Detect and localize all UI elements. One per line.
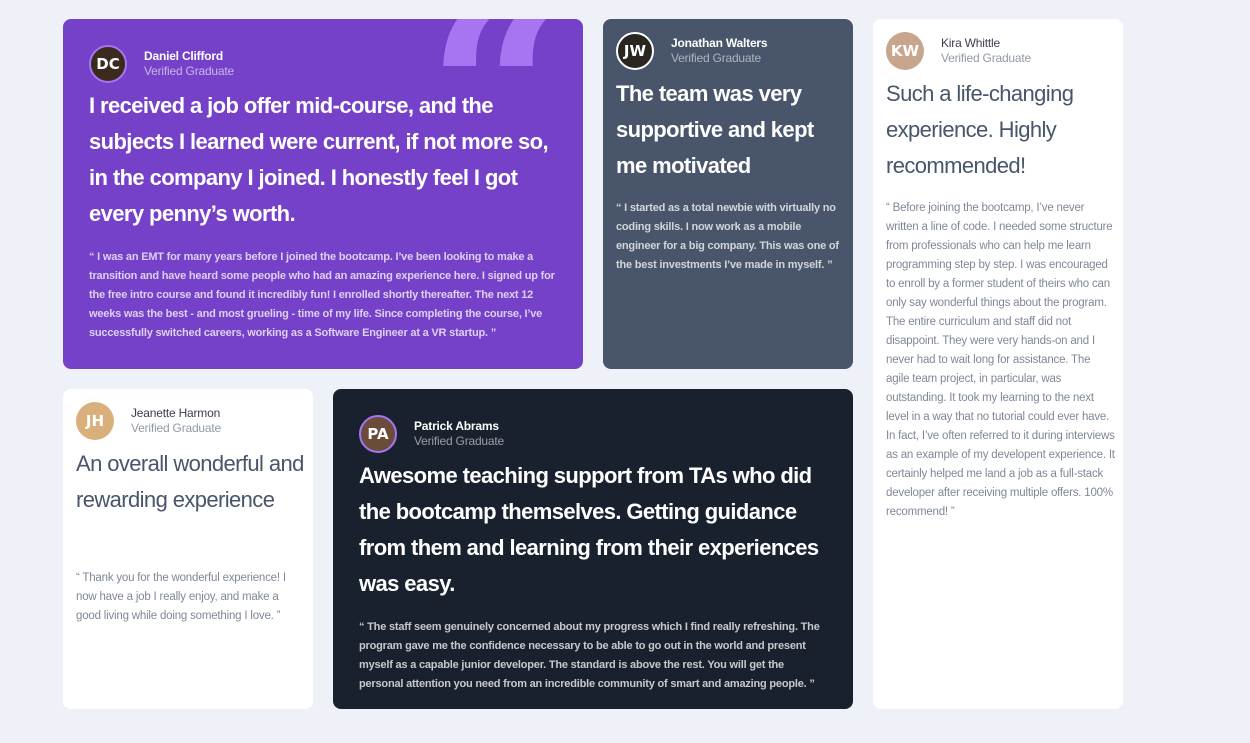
author-info: PA Patrick Abrams Verified Graduate <box>359 415 504 453</box>
avatar: JH <box>76 402 114 440</box>
testimonial-headline: The team was very supportive and kept me… <box>616 81 814 178</box>
testimonial-quote: “ The staff seem genuinely concerned abo… <box>359 621 820 690</box>
testimonial-card-jonathan: JW Jonathan Walters Verified Graduate Th… <box>603 19 853 369</box>
author-name: Jonathan Walters <box>671 36 768 50</box>
author-status: Verified Graduate <box>941 51 1031 65</box>
testimonial-quote: “ Thank you for the wonderful experience… <box>76 572 286 622</box>
testimonial-card-daniel: “ DC Daniel Clifford Verified Graduate I… <box>63 19 583 369</box>
author-info: JH Jeanette Harmon Verified Graduate <box>76 402 221 440</box>
testimonial-card-jeanette: JH Jeanette Harmon Verified Graduate An … <box>63 389 313 709</box>
testimonial-quote: “ Before joining the bootcamp, I’ve neve… <box>886 202 1115 518</box>
avatar: DC <box>89 45 127 83</box>
author-name: Patrick Abrams <box>414 419 499 433</box>
avatar: PA <box>359 415 397 453</box>
author-status: Verified Graduate <box>671 51 761 65</box>
author-status: Verified Graduate <box>144 64 234 78</box>
avatar: KW <box>886 32 924 70</box>
author-status: Verified Graduate <box>131 421 221 435</box>
author-info: KW Kira Whittle Verified Graduate <box>886 32 1031 70</box>
testimonial-card-kira: KW Kira Whittle Verified Graduate Such a… <box>873 19 1123 709</box>
author-info: DC Daniel Clifford Verified Graduate <box>89 45 234 83</box>
testimonial-headline: I received a job offer mid-course, and t… <box>89 93 549 226</box>
testimonial-quote: “ I was an EMT for many years before I j… <box>89 251 555 339</box>
avatar: JW <box>616 32 654 70</box>
testimonial-card-patrick: PA Patrick Abrams Verified Graduate Awes… <box>333 389 853 709</box>
testimonial-headline: Awesome teaching support from TAs who di… <box>359 463 819 596</box>
testimonial-quote: “ I started as a total newbie with virtu… <box>616 202 839 271</box>
author-name: Jeanette Harmon <box>131 406 221 420</box>
author-name: Kira Whittle <box>941 36 1000 50</box>
author-status: Verified Graduate <box>414 434 504 448</box>
author-name: Daniel Clifford <box>144 49 224 63</box>
testimonial-headline: Such a life-changing experience. Highly … <box>886 81 1074 178</box>
author-info: JW Jonathan Walters Verified Graduate <box>616 32 768 70</box>
testimonial-headline: An overall wonderful and rewarding exper… <box>76 451 304 512</box>
